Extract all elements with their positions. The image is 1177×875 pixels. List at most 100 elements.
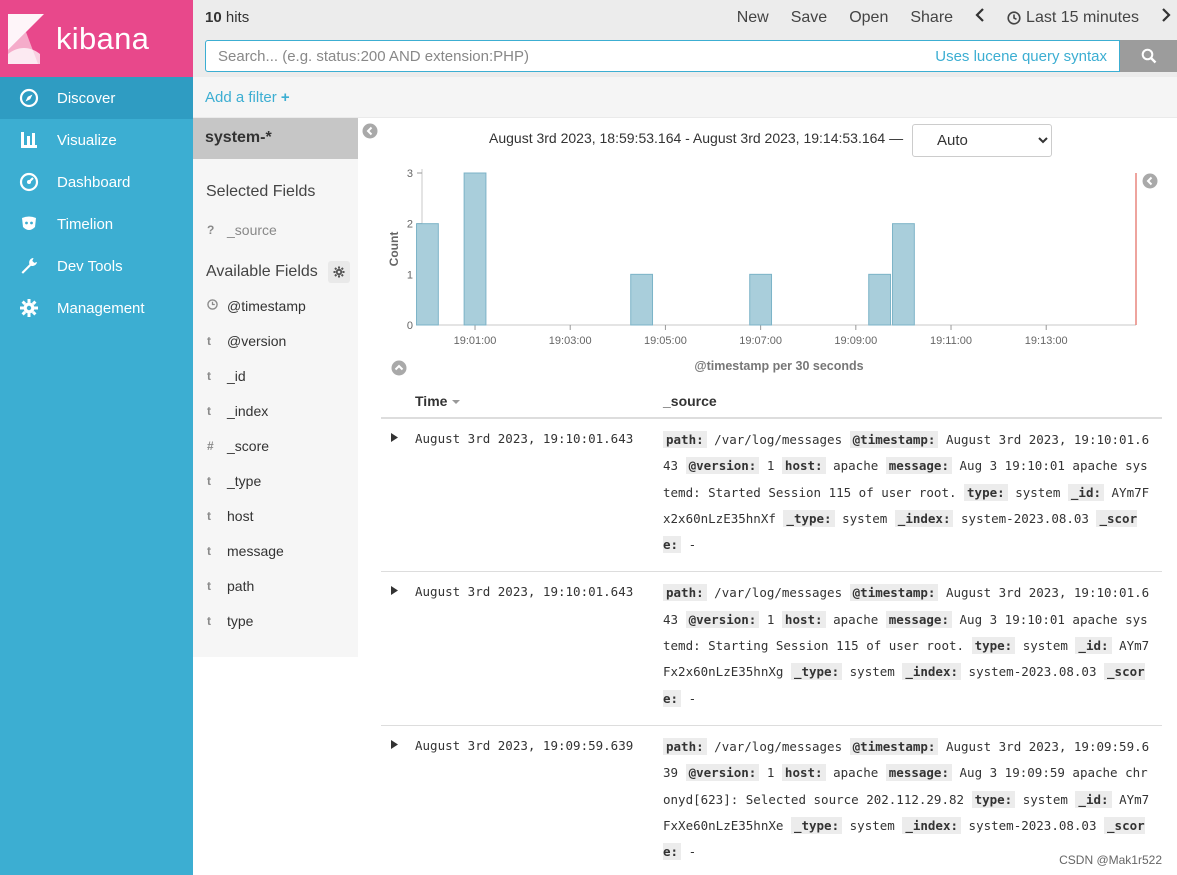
histogram-bar[interactable]	[892, 223, 915, 326]
field-name: host	[227, 507, 254, 524]
source-field-key: _type:	[783, 509, 835, 527]
source-field-key: @timestamp:	[849, 584, 939, 602]
field-item[interactable]: t _index	[193, 393, 358, 428]
time-back-chevron-icon[interactable]	[975, 8, 985, 27]
sidebar: kibana Discover Visualize Dashboard Timelio…	[0, 0, 193, 875]
field-name: _id	[227, 367, 246, 384]
available-fields-label: Available Fields	[206, 263, 318, 281]
field-item[interactable]: t message	[193, 533, 358, 568]
collapse-chart-up-icon[interactable]	[391, 360, 407, 381]
source-field-key: type:	[971, 790, 1016, 808]
field-item[interactable]: ? _source	[193, 212, 358, 247]
y-tick-label: 0	[407, 320, 413, 332]
source-field-key: host:	[781, 764, 826, 782]
y-tick-label: 2	[407, 219, 413, 231]
row-time: August 3rd 2023, 19:09:59.639	[415, 737, 634, 753]
field-item[interactable]: t type	[193, 603, 358, 638]
search-input[interactable]	[206, 42, 936, 70]
field-item[interactable]: t @version	[193, 323, 358, 358]
collapse-sidebar-icon[interactable]	[362, 123, 378, 144]
hits-label: hits	[225, 9, 250, 26]
table-body: August 3rd 2023, 19:10:01.643 path: /var/…	[381, 419, 1162, 875]
available-fields-title: Available Fields	[193, 261, 358, 283]
nav-list: Discover Visualize Dashboard Timelion Dev To…	[0, 77, 193, 329]
time-picker-button[interactable]: Last 15 minutes	[1007, 9, 1139, 27]
index-pattern-selector[interactable]: system-*	[193, 118, 358, 159]
field-type-icon: t	[207, 333, 211, 348]
expand-row-caret-icon[interactable]	[391, 586, 398, 597]
kibana-app: kibana Discover Visualize Dashboard Timelio…	[0, 0, 1177, 875]
source-field-key: host:	[781, 610, 826, 628]
source-field-value: 1	[766, 765, 775, 781]
field-item[interactable]: t _type	[193, 463, 358, 498]
source-field-key: path:	[663, 584, 707, 602]
field-item[interactable]: t host	[193, 498, 358, 533]
x-tick-label: 19:13:00	[1025, 335, 1068, 347]
nav-item-label: Timelion	[57, 215, 114, 233]
selected-fields-list: ? _source	[193, 212, 358, 247]
field-type-icon: t	[207, 473, 211, 488]
sort-down-icon[interactable]	[451, 398, 461, 406]
nav-item-management[interactable]: Management	[0, 287, 193, 329]
source-field-key: @timestamp:	[849, 431, 939, 448]
field-name: type	[227, 612, 254, 629]
histogram-bar[interactable]	[463, 172, 487, 326]
field-name: message	[227, 542, 284, 559]
time-range-label: Last 15 minutes	[1026, 8, 1139, 26]
field-item[interactable]: t _id	[193, 358, 358, 393]
row-time: August 3rd 2023, 19:10:01.643	[415, 431, 634, 446]
field-item[interactable]: # _score	[193, 428, 358, 463]
nav-item-dev-tools[interactable]: Dev Tools	[0, 245, 193, 287]
add-filter-label: Add a filter	[205, 89, 277, 106]
field-type-icon: t	[207, 578, 211, 593]
y-tick-label: 3	[407, 168, 413, 180]
histogram-bar[interactable]	[749, 273, 773, 326]
nav-item-visualize[interactable]: Visualize	[0, 119, 193, 161]
source-field-key: path:	[663, 737, 707, 755]
histogram-bar[interactable]	[868, 273, 892, 326]
time-forward-chevron-icon[interactable]	[1161, 8, 1171, 27]
y-tick-label: 1	[407, 269, 413, 281]
source-field-value: system	[1022, 791, 1068, 807]
source-field-key: path:	[663, 431, 707, 448]
field-name: _index	[227, 402, 269, 419]
lucene-syntax-link[interactable]: Uses lucene query syntax	[935, 48, 1119, 65]
search-button[interactable]	[1120, 40, 1177, 72]
nav-item-discover[interactable]: Discover	[0, 77, 193, 119]
source-field-value: -	[688, 690, 697, 706]
expand-row-caret-icon[interactable]	[391, 433, 398, 444]
table-row: August 3rd 2023, 19:10:01.643 path: /var/…	[381, 419, 1162, 573]
x-axis-title: @timestamp per 30 seconds	[694, 359, 863, 373]
field-item[interactable]: t path	[193, 568, 358, 603]
source-field-value: system-2023.08.03	[968, 664, 1097, 680]
source-column-header: _source	[663, 393, 717, 409]
field-settings-gear-icon[interactable]	[328, 261, 351, 283]
source-field-value: system-2023.08.03	[968, 817, 1097, 833]
collapse-chart-right-icon[interactable]	[1142, 173, 1158, 194]
kibana-logo[interactable]: kibana	[0, 0, 193, 77]
save-button[interactable]: Save	[791, 9, 827, 27]
table-header: Time _source	[381, 388, 1162, 419]
source-field-key: message:	[885, 764, 952, 782]
time-column-label: Time	[415, 393, 448, 409]
source-field-key: _type:	[790, 663, 843, 681]
nav-item-timelion[interactable]: Timelion	[0, 203, 193, 245]
y-axis-title: Count	[387, 232, 401, 267]
source-field-key: host:	[781, 457, 826, 475]
histogram-bar[interactable]	[416, 223, 439, 326]
interval-select[interactable]: Auto	[912, 124, 1052, 157]
new-button[interactable]: New	[737, 9, 769, 27]
selected-fields-title: Selected Fields	[206, 183, 316, 200]
add-filter-button[interactable]: Add a filter +	[205, 89, 290, 106]
share-button[interactable]: Share	[910, 9, 953, 27]
field-name: @version	[227, 332, 287, 349]
time-column-header[interactable]: Time	[415, 393, 461, 409]
expand-row-caret-icon[interactable]	[391, 739, 398, 751]
nav-item-dashboard[interactable]: Dashboard	[0, 161, 193, 203]
field-name: _score	[227, 437, 270, 454]
field-item[interactable]: @timestamp	[193, 288, 358, 323]
source-field-value: apache	[833, 458, 879, 474]
histogram-bar[interactable]	[630, 273, 654, 326]
clock-icon	[1007, 10, 1021, 25]
open-button[interactable]: Open	[849, 9, 888, 27]
